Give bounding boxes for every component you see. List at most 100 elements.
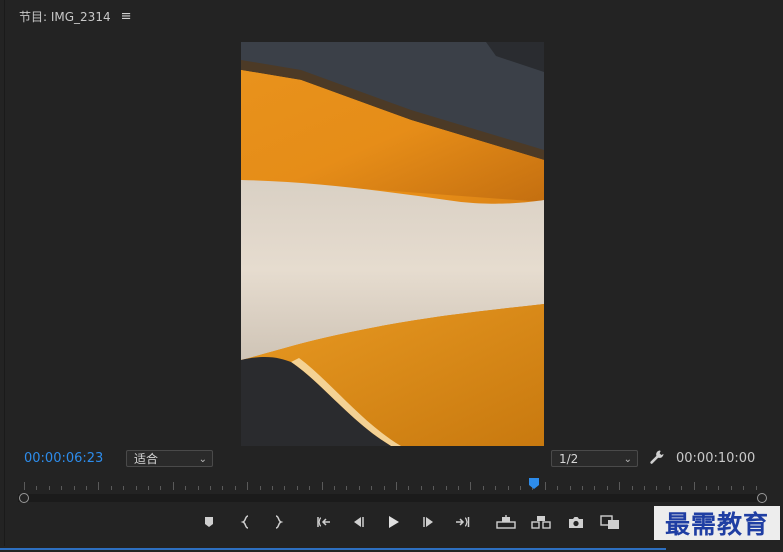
ruler-tick <box>693 482 695 490</box>
ruler-tick <box>631 486 633 490</box>
ruler-tick <box>296 486 298 490</box>
ruler-tick <box>557 486 559 490</box>
ruler-tick <box>334 486 335 490</box>
export-frame-button[interactable] <box>565 512 587 532</box>
ruler-tick <box>73 486 75 490</box>
add-marker-button[interactable] <box>198 512 220 532</box>
ruler-tick <box>309 486 311 490</box>
ruler-tick <box>743 486 745 490</box>
ruler-tick <box>247 482 249 490</box>
ruler-tick <box>706 486 707 490</box>
in-point-handle[interactable] <box>19 493 29 503</box>
ruler-tick <box>371 486 373 490</box>
step-forward-icon <box>423 517 433 527</box>
playback-resolution-select[interactable]: 1/2 ⌄ <box>551 450 638 467</box>
video-frame-image <box>241 42 544 446</box>
ruler-tick <box>458 486 459 490</box>
ruler-tick <box>172 482 174 490</box>
ruler-tick <box>284 486 286 490</box>
ruler-tick <box>210 486 211 490</box>
ruler-tick <box>606 486 608 490</box>
extract-icon <box>531 516 551 529</box>
ruler-tick <box>259 486 261 490</box>
hamburger-icon[interactable]: ≡ <box>121 9 132 24</box>
ruler-tick <box>730 486 732 490</box>
ruler-tick <box>507 486 509 490</box>
camera-icon <box>569 516 583 528</box>
ruler-tick <box>582 486 583 490</box>
lift-button[interactable] <box>495 512 517 532</box>
scrub-track[interactable] <box>18 494 766 502</box>
mark-in-button[interactable] <box>235 512 257 532</box>
ruler-tick <box>668 486 670 490</box>
go-to-in-button[interactable] <box>313 512 335 532</box>
wrench-icon[interactable] <box>649 449 665 467</box>
chevron-down-icon: ⌄ <box>623 454 632 465</box>
ruler-tick <box>135 486 137 490</box>
ruler-tick <box>110 486 112 490</box>
watermark-logo: 最需教育 <box>654 506 780 540</box>
ruler-tick <box>420 486 422 490</box>
comparison-view-icon <box>600 514 619 529</box>
ruler-tick <box>197 486 199 490</box>
comparison-view-button[interactable] <box>599 512 621 532</box>
step-back-button[interactable] <box>347 512 369 532</box>
ruler-tick <box>61 486 63 490</box>
panel-header: 节目: IMG_2314 ≡ <box>19 7 132 25</box>
ruler-tick <box>445 486 447 490</box>
mark-out-button[interactable] <box>267 512 289 532</box>
current-timecode[interactable]: 00:00:06:23 <box>24 451 103 466</box>
ruler-tick <box>321 482 323 490</box>
mark-out-icon <box>275 515 284 529</box>
ruler-tick <box>619 482 621 490</box>
zoom-fit-value: 适合 <box>134 452 159 466</box>
panel-title[interactable]: 节目: IMG_2314 <box>19 8 111 25</box>
ruler-tick <box>346 486 348 490</box>
ruler-tick <box>234 486 236 490</box>
ruler-tick <box>185 486 187 490</box>
ruler-tick <box>222 486 224 490</box>
ruler-tick <box>482 486 484 490</box>
ruler-tick <box>656 486 658 490</box>
time-ruler[interactable] <box>18 478 767 508</box>
program-viewer[interactable] <box>241 42 544 446</box>
ruler-tick <box>123 486 125 490</box>
zoom-fit-select[interactable]: 适合 ⌄ <box>126 450 213 467</box>
ruler-tick <box>718 486 720 490</box>
monitor-controls-row: 00:00:06:23 适合 ⌄ 1/2 ⌄ 00:00:10:00 <box>0 448 783 470</box>
ruler-tick <box>148 486 149 490</box>
ruler-tick <box>644 486 645 490</box>
ruler-tick <box>36 486 38 490</box>
chevron-down-icon: ⌄ <box>198 454 207 465</box>
marker-icon <box>205 517 213 527</box>
playback-resolution-value: 1/2 <box>559 452 579 466</box>
ruler-tick <box>569 486 571 490</box>
total-duration-timecode: 00:00:10:00 <box>676 451 756 466</box>
ruler-tick <box>98 482 100 490</box>
out-point-handle[interactable] <box>757 493 767 503</box>
go-to-out-icon <box>456 517 470 527</box>
ruler-tick <box>160 486 162 490</box>
mark-in-icon <box>240 515 249 529</box>
ruler-tick <box>272 486 273 490</box>
play-icon <box>389 516 399 528</box>
ruler-tick <box>470 482 472 490</box>
ruler-tick <box>86 486 87 490</box>
ruler-tick <box>544 482 546 490</box>
ruler-tick <box>24 482 25 490</box>
step-back-icon <box>354 517 364 527</box>
playhead-icon[interactable] <box>528 478 540 490</box>
ruler-tick <box>594 486 596 490</box>
ruler-tick <box>520 486 521 490</box>
ruler-tick <box>495 486 497 490</box>
go-to-out-button[interactable] <box>451 512 473 532</box>
ruler-tick <box>408 486 410 490</box>
step-forward-button[interactable] <box>418 512 440 532</box>
ruler-tick <box>681 486 683 490</box>
ruler-tick <box>48 486 50 490</box>
panel-bottom-accent-line <box>0 548 666 550</box>
extract-button[interactable] <box>530 512 552 532</box>
play-button[interactable] <box>382 512 404 532</box>
ruler-tick <box>755 486 757 490</box>
lift-icon <box>496 515 516 529</box>
